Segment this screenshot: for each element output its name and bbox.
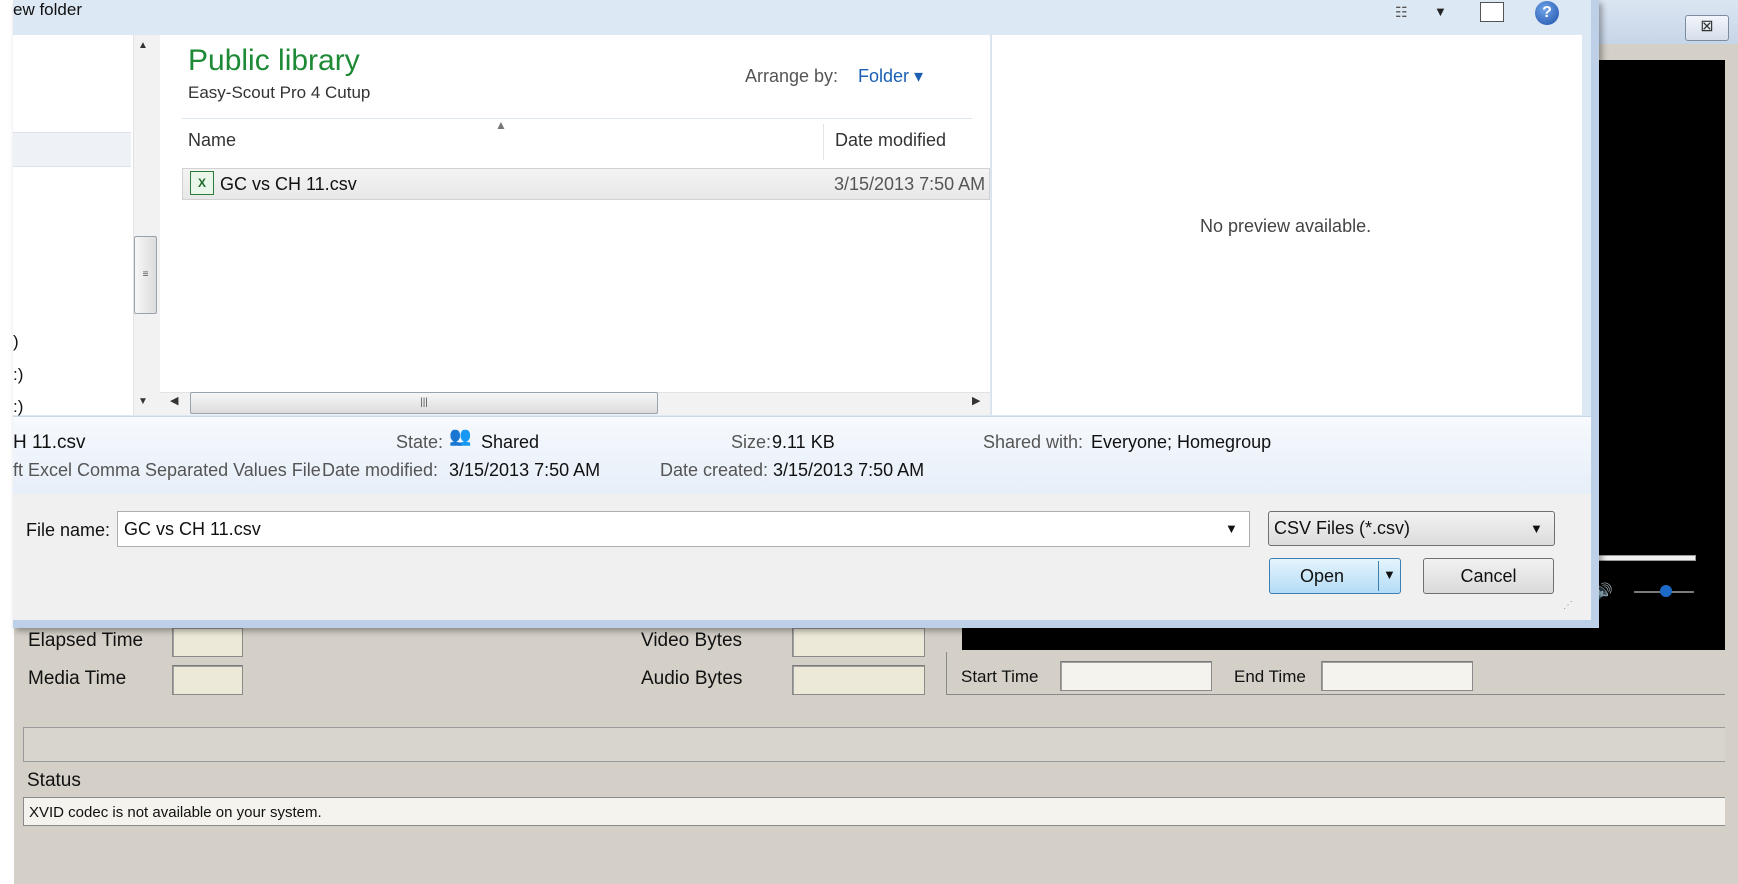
seek-bar[interactable]: [1594, 555, 1696, 561]
file-type-select[interactable]: CSV Files (*.csv): [1268, 511, 1555, 546]
file-name-input[interactable]: GC vs CH 11.csv: [117, 511, 1250, 547]
library-title: Public library: [188, 44, 360, 77]
date-modified-value: 3/15/2013 7:50 AM: [449, 460, 601, 480]
arrange-by-label: Arrange by:: [745, 66, 839, 86]
close-icon[interactable]: ⊠: [1685, 15, 1729, 41]
state-value: Shared: [481, 432, 540, 452]
details-filetype: ft Excel Comma Separated Values File: [13, 460, 321, 480]
nav-drive-item[interactable]: :): [13, 365, 23, 385]
start-time-label: Start Time: [961, 667, 1039, 686]
navigation-pane: [13, 35, 134, 415]
date-created-label: Date created:: [660, 460, 769, 480]
chevron-down-icon[interactable]: ▼: [1383, 567, 1396, 582]
library-subtitle: Easy-Scout Pro 4 Cutup: [188, 83, 371, 102]
shared-with-label: Shared with:: [983, 432, 1084, 452]
size-label: Size:: [731, 432, 772, 452]
chevron-down-icon[interactable]: ▼: [1434, 4, 1447, 19]
excel-csv-icon: X: [190, 171, 214, 195]
audio-bytes-label: Audio Bytes: [641, 668, 743, 689]
help-icon[interactable]: ?: [1535, 1, 1559, 25]
media-time-field: [172, 665, 243, 695]
shared-with-value: Everyone; Homegroup: [1091, 432, 1272, 452]
end-time-input[interactable]: [1321, 661, 1473, 691]
preview-pane-icon[interactable]: [1480, 2, 1504, 22]
column-header-date-modified[interactable]: Date modified: [835, 130, 946, 151]
status-message-box: XVID codec is not available on your syst…: [23, 797, 1728, 826]
sort-ascending-icon: ▲: [495, 118, 507, 132]
video-display: [1592, 60, 1725, 650]
start-time-input[interactable]: [1060, 661, 1212, 691]
nav-scrollbar-thumb[interactable]: ≡: [134, 236, 157, 314]
arrange-by-dropdown[interactable]: Folder ▾: [858, 66, 923, 87]
video-bytes-field: [792, 627, 925, 657]
state-label: State:: [396, 432, 444, 452]
scroll-down-icon[interactable]: ▼: [138, 396, 148, 407]
file-name-cell[interactable]: GC vs CH 11.csv: [220, 174, 357, 195]
file-date-cell: 3/15/2013 7:50 AM: [834, 174, 986, 194]
nav-item-selected[interactable]: [13, 132, 131, 167]
details-pane: [13, 416, 1591, 495]
details-filename: H 11.csv: [13, 432, 86, 453]
size-value: 9.11 KB: [772, 432, 835, 452]
end-time-label: End Time: [1234, 667, 1306, 686]
resize-grip-icon[interactable]: ⋰: [1563, 600, 1573, 611]
video-bytes-label: Video Bytes: [641, 630, 743, 651]
dialog-title: ew folder: [13, 0, 82, 19]
scroll-up-icon[interactable]: ▲: [138, 40, 148, 51]
file-name-label: File name:: [26, 520, 111, 540]
nav-drive-item[interactable]: :): [13, 397, 23, 417]
status-label: Status: [27, 770, 81, 791]
chevron-down-icon[interactable]: ▼: [1530, 521, 1543, 536]
progress-bar: [23, 727, 1730, 762]
scroll-left-icon[interactable]: ◀: [170, 394, 178, 407]
media-time-label: Media Time: [28, 668, 127, 689]
audio-bytes-field: [792, 665, 925, 695]
elapsed-time-field: [172, 627, 243, 657]
cancel-button[interactable]: Cancel: [1423, 558, 1554, 594]
open-button-label[interactable]: Open: [1300, 566, 1344, 587]
date-created-value: 3/15/2013 7:50 AM: [773, 460, 925, 480]
volume-slider-thumb[interactable]: [1660, 585, 1672, 597]
header-separator: [182, 118, 972, 119]
views-icon[interactable]: ☷: [1395, 4, 1408, 21]
chevron-down-icon[interactable]: ▼: [1225, 521, 1238, 536]
open-split-divider: [1378, 561, 1379, 591]
column-divider[interactable]: [823, 124, 824, 160]
hscrollbar-thumb[interactable]: |||: [190, 392, 658, 414]
scroll-right-icon[interactable]: ▶: [972, 394, 980, 407]
elapsed-time-label: Elapsed Time: [28, 630, 144, 651]
app-window-frame: [1725, 44, 1738, 884]
nav-scrollbar[interactable]: [133, 35, 160, 415]
preview-message: No preview available.: [1200, 216, 1372, 236]
nav-drive-item[interactable]: ): [13, 332, 19, 352]
shared-users-icon: 👥: [449, 426, 472, 446]
column-header-name[interactable]: Name: [188, 130, 236, 151]
date-modified-label: Date modified:: [322, 460, 439, 480]
